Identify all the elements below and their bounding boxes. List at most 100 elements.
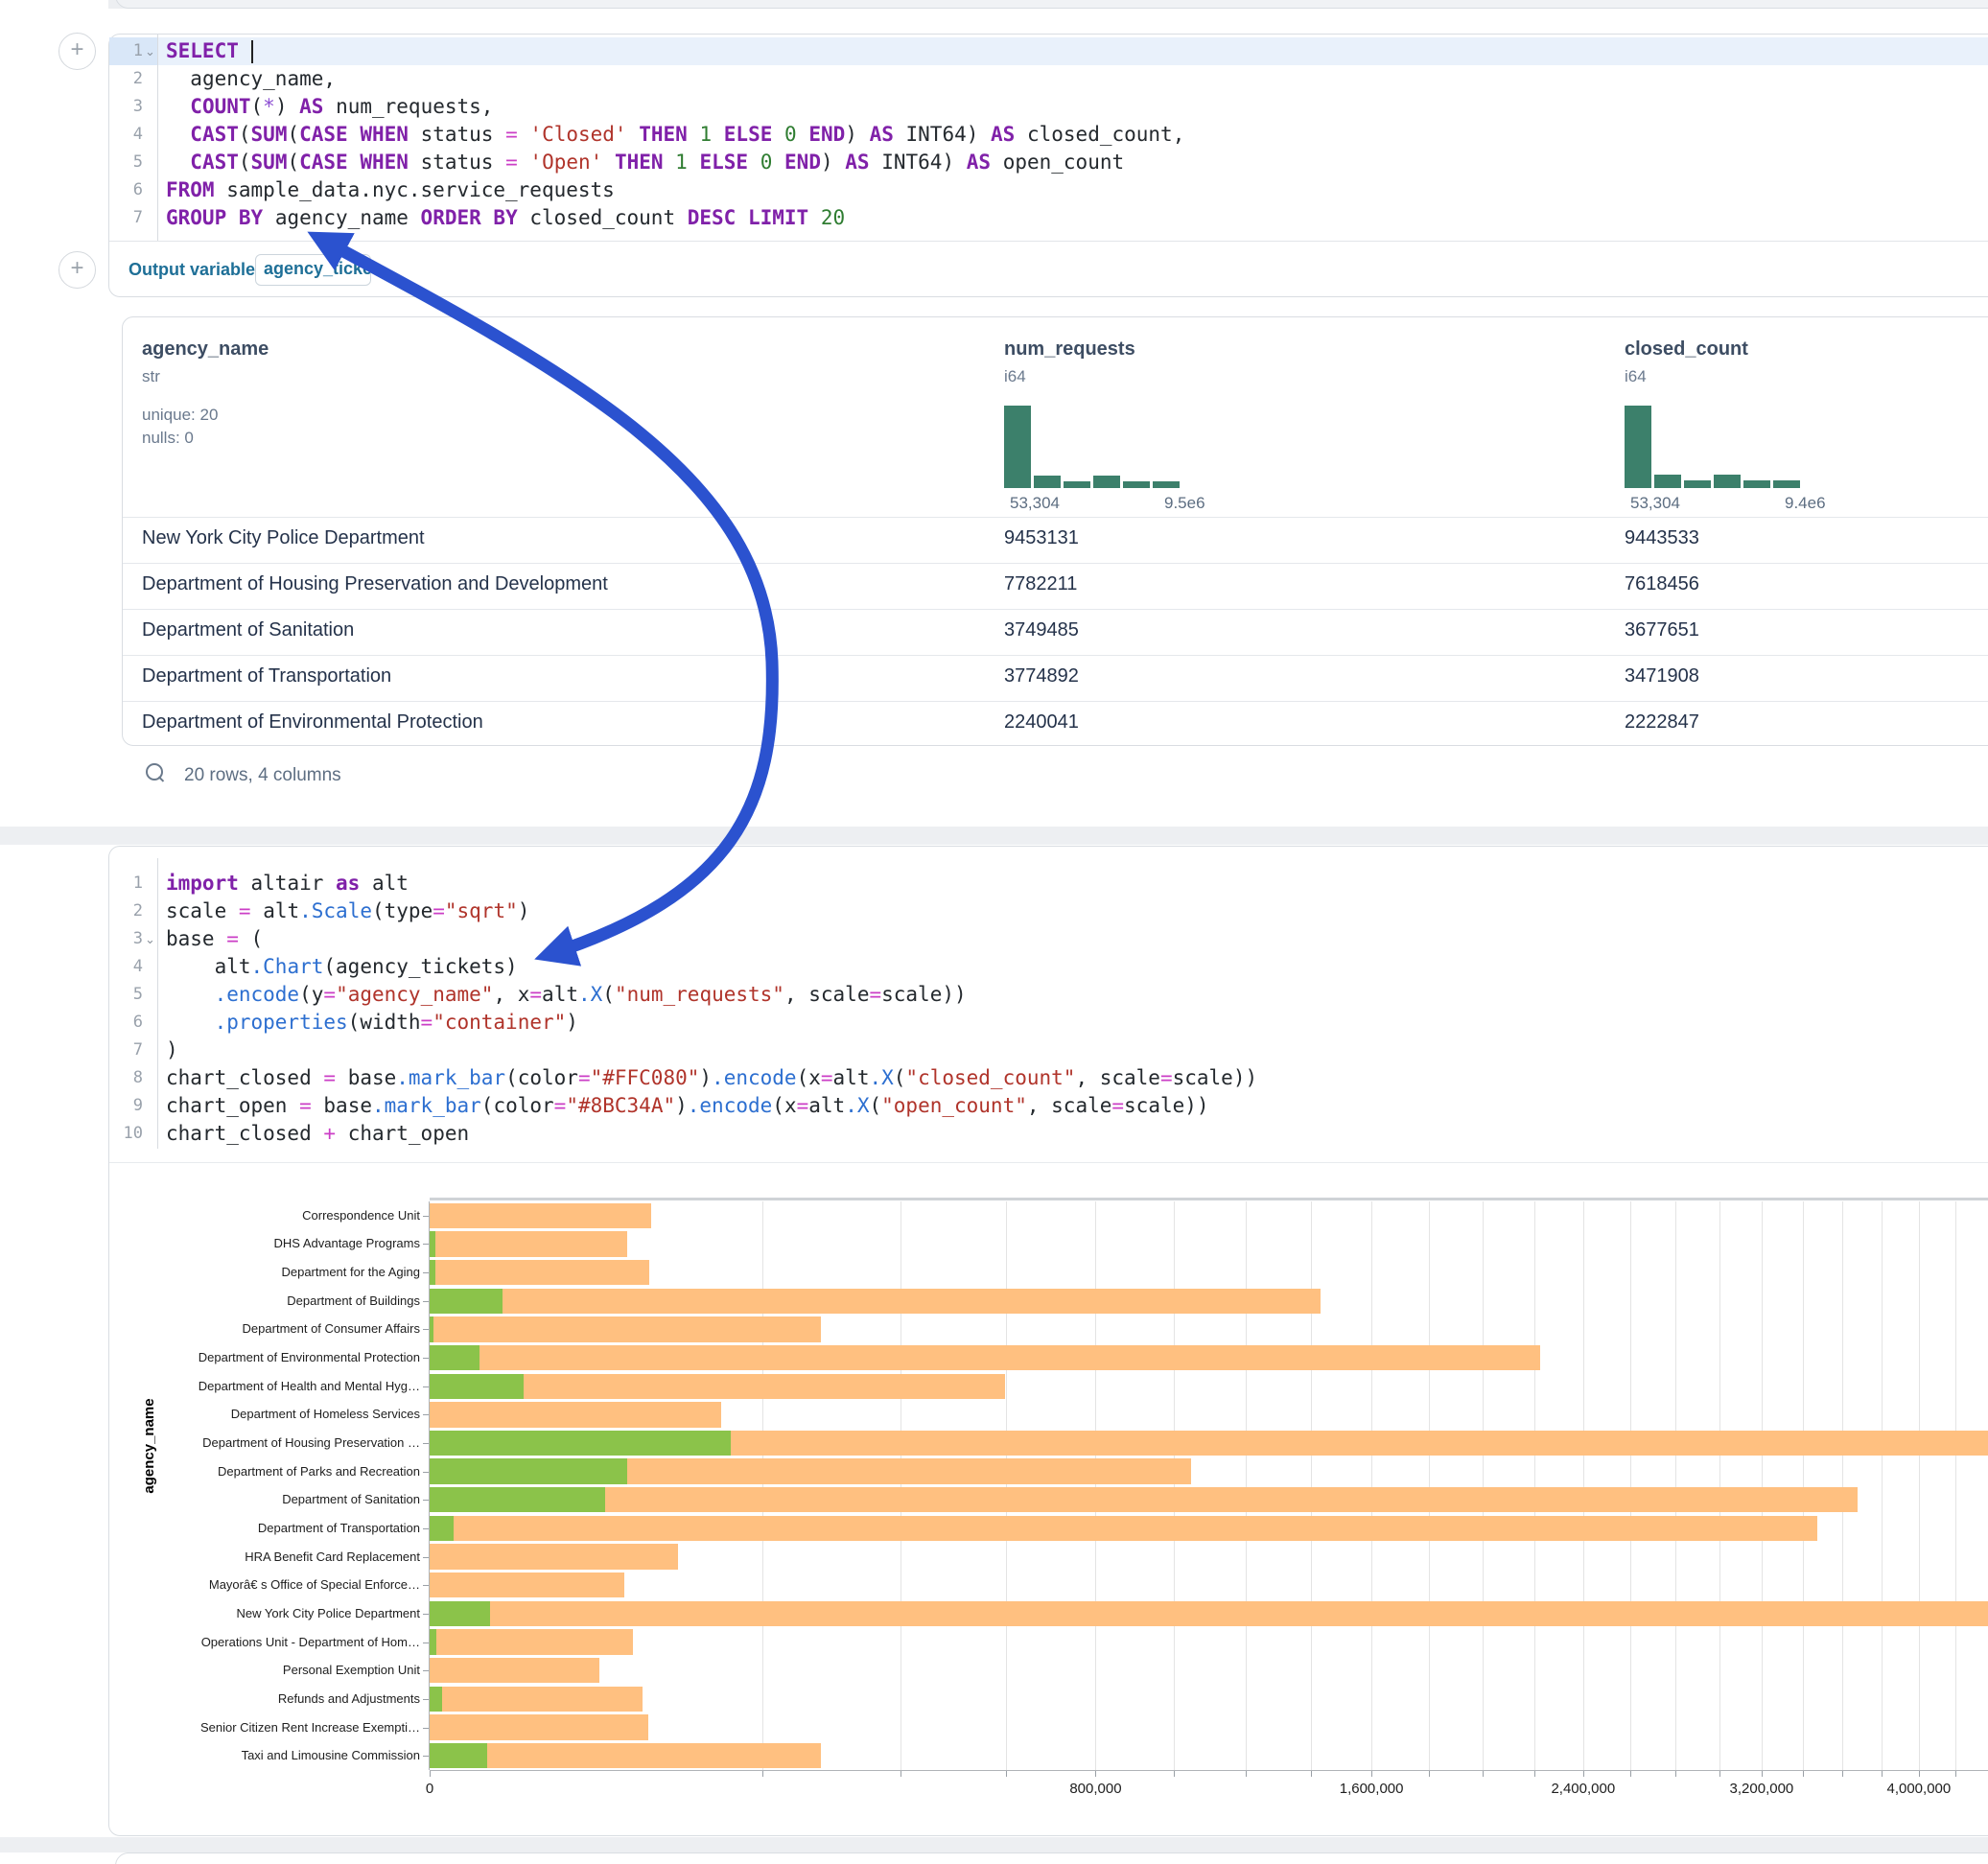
code-token: chart_closed xyxy=(166,1066,312,1089)
bar-closed xyxy=(430,1402,721,1427)
y-tick-label: Department of Sanitation xyxy=(180,1492,420,1506)
code-token: x xyxy=(808,1066,821,1089)
code-token xyxy=(348,123,361,146)
code-token: = xyxy=(323,1066,336,1089)
code-token: SUM xyxy=(251,151,288,174)
column-header: agency_name xyxy=(142,338,269,361)
code-token: .X xyxy=(578,983,602,1006)
code-token: .Scale xyxy=(299,899,372,922)
code-line: alt.Chart(agency_tickets) xyxy=(166,953,518,981)
code-token xyxy=(518,123,530,146)
code-token: CAST xyxy=(190,151,239,174)
grid-line xyxy=(1882,1201,1883,1770)
code-line: CAST(SUM(CASE WHEN status = 'Closed' THE… xyxy=(166,121,1184,149)
code-token: ( xyxy=(299,983,312,1006)
code-token: chart_open xyxy=(166,1094,287,1117)
column-header: num_requests xyxy=(1004,338,1135,361)
code-line: scale = alt.Scale(type="sqrt") xyxy=(166,897,529,925)
grid-line xyxy=(1429,1201,1430,1770)
add-cell-button-output[interactable]: + xyxy=(58,251,96,289)
output-variable-label: Output variable: xyxy=(129,260,261,280)
bar-open xyxy=(430,1487,605,1512)
x-tick xyxy=(1174,1771,1175,1777)
code-token xyxy=(166,95,190,118)
y-tick-label: HRA Benefit Card Replacement xyxy=(180,1549,420,1564)
y-tick-label: Department of Parks and Recreation xyxy=(180,1464,420,1479)
table-cell: 2240041 xyxy=(1004,711,1079,734)
code-token: closed_count, xyxy=(1027,123,1184,146)
y-tick xyxy=(423,1728,429,1729)
histogram-bar xyxy=(1004,406,1031,488)
code-token: altair xyxy=(251,872,324,895)
code-token: ( xyxy=(894,1066,906,1089)
bar-closed xyxy=(430,1487,1858,1512)
code-token: ORDER xyxy=(421,206,481,229)
code-token: .Chart xyxy=(251,955,324,978)
bar-closed xyxy=(430,1231,627,1256)
table-cell: Department of Environmental Protection xyxy=(142,711,483,734)
chevron-down-icon: ⌄ xyxy=(145,37,155,65)
code-token xyxy=(688,123,700,146)
code-token: ( xyxy=(869,1094,881,1117)
code-token xyxy=(166,151,190,174)
code-token: color xyxy=(493,1094,553,1117)
x-axis-line xyxy=(430,1770,1988,1771)
code-token: INT64 xyxy=(881,151,942,174)
code-token: = xyxy=(421,1011,433,1034)
code-token xyxy=(226,899,239,922)
code-token xyxy=(736,206,748,229)
histogram-bar xyxy=(1034,476,1061,488)
y-tick-label: Department of Transportation xyxy=(180,1521,420,1535)
bar-closed xyxy=(430,1743,821,1768)
grid-line xyxy=(1583,1201,1584,1770)
output-variable-pill[interactable]: agency_tickets xyxy=(255,254,371,286)
code-token: x xyxy=(784,1094,797,1117)
bar-open xyxy=(430,1687,442,1712)
code-token: LIMIT xyxy=(748,206,808,229)
x-tick xyxy=(1311,1771,1312,1777)
table-cell: Department of Sanitation xyxy=(142,619,354,641)
x-tick xyxy=(1630,1771,1631,1777)
add-cell-button-top[interactable]: + xyxy=(58,33,96,70)
y-tick xyxy=(423,1528,429,1529)
code-token: = xyxy=(578,1066,591,1089)
y-tick xyxy=(423,1443,429,1444)
histogram-bar xyxy=(1743,480,1770,488)
table-cell: Department of Housing Preservation and D… xyxy=(142,573,608,595)
column-dtype: i64 xyxy=(1004,367,1026,386)
code-token: , xyxy=(1075,1066,1099,1089)
code-token: THEN xyxy=(615,151,664,174)
histogram-bar xyxy=(1654,475,1681,488)
x-tick xyxy=(1006,1771,1007,1777)
code-token: type xyxy=(385,899,433,922)
y-tick xyxy=(423,1272,429,1273)
bar-open xyxy=(430,1289,503,1314)
code-line: base = ( xyxy=(166,925,263,953)
gutter-divider xyxy=(157,35,158,241)
code-token: ) xyxy=(505,955,518,978)
code-token: 0 xyxy=(784,123,797,146)
x-tick xyxy=(430,1771,431,1777)
code-token: color xyxy=(518,1066,578,1089)
x-tick xyxy=(1371,1771,1372,1777)
grid-line xyxy=(762,1201,763,1770)
y-axis-line xyxy=(429,1201,430,1770)
code-token: END xyxy=(808,123,845,146)
x-tick xyxy=(1246,1771,1247,1777)
code-token: ) xyxy=(845,123,869,146)
code-token: COUNT xyxy=(190,95,250,118)
code-token: .encode xyxy=(712,1066,797,1089)
y-tick-label: Department of Buildings xyxy=(180,1293,420,1308)
line-number: 1 xyxy=(111,37,143,65)
table-row: Department of Transportation377489234719… xyxy=(123,655,1988,701)
code-token xyxy=(712,123,724,146)
x-tick-label: 4,000,000 xyxy=(1842,1781,1988,1797)
code-token xyxy=(797,123,809,146)
code-token: 20 xyxy=(821,206,845,229)
code-token: "agency_name" xyxy=(336,983,493,1006)
code-line: SELECT xyxy=(166,37,239,65)
line-number: 10 xyxy=(111,1120,143,1148)
code-token: ) xyxy=(699,1066,712,1089)
code-token: 'Open' xyxy=(529,151,602,174)
code-token: 0 xyxy=(760,151,773,174)
